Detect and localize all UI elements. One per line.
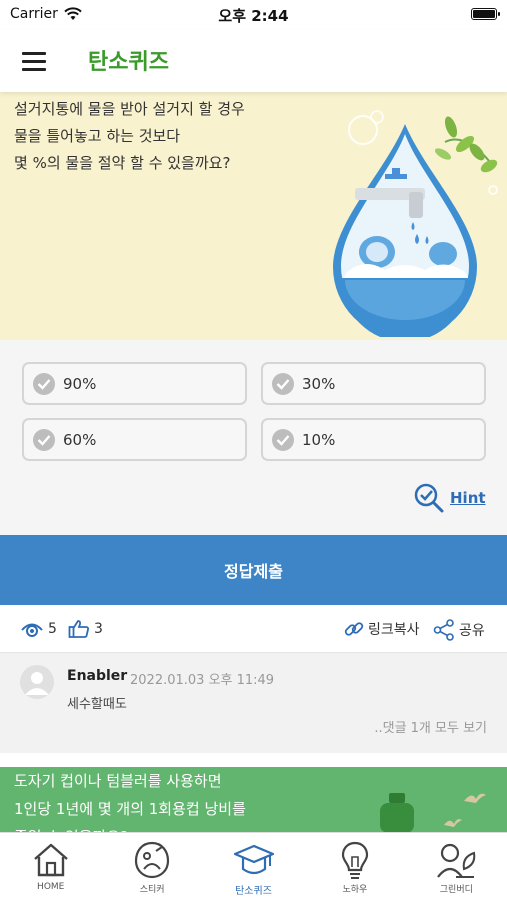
stats-bar: 5 3 링크복사 공유 [0, 605, 507, 653]
page-title: 탄소퀴즈 [88, 50, 169, 75]
hint-button[interactable]: Hint [413, 482, 486, 514]
check-icon [33, 428, 55, 451]
check-icon [272, 428, 294, 451]
tab-sticker[interactable]: 스티커 [101, 833, 202, 900]
battery-icon [471, 8, 500, 20]
comment-author: Enabler [67, 668, 128, 684]
eye-icon [21, 623, 43, 637]
check-icon [272, 372, 294, 395]
copy-link-label: 링크복사 [368, 622, 420, 638]
clock: 오후 2:44 [218, 7, 289, 25]
option-label: 30% [302, 374, 336, 393]
answer-options: 90% 30% 60% 10% Hint [0, 340, 507, 535]
bird-icon [444, 819, 462, 827]
water-drop-illustration [333, 110, 498, 337]
check-icon [33, 372, 55, 395]
option-label: 90% [63, 374, 97, 393]
likes-count: 3 [94, 621, 103, 637]
hamburger-menu-icon[interactable] [14, 46, 48, 76]
views-count: 5 [48, 621, 57, 637]
tab-home[interactable]: HOME [0, 833, 101, 900]
comment-timestamp: 2022.01.03 오후 11:49 [130, 673, 275, 688]
like-button[interactable]: 3 [68, 619, 103, 639]
share-label: 공유 [459, 623, 485, 639]
hint-label: Hint [450, 489, 486, 507]
tab-knowhow[interactable]: 노하우 [304, 833, 405, 900]
lightbulb-icon [341, 841, 369, 879]
option-button-4[interactable]: 10% [261, 418, 486, 461]
option-label: 60% [63, 430, 97, 449]
buddy-icon [437, 843, 476, 878]
copy-link-button[interactable]: 링크복사 [344, 619, 420, 639]
thumbs-up-icon [68, 620, 89, 638]
tab-greenbuddy[interactable]: 그린버디 [406, 833, 507, 900]
tab-label: 그린버디 [439, 885, 473, 895]
tab-label: 노하우 [342, 885, 368, 895]
sticker-icon [135, 841, 170, 879]
home-icon [33, 843, 68, 877]
views-counter: 5 [20, 619, 57, 639]
comment-text: 세수할때도 [67, 697, 127, 712]
option-label: 10% [302, 430, 336, 449]
link-icon [344, 622, 364, 636]
next-quiz-text: 도자기 컵이나 텀블러를 사용하면 1인당 1년에 몇 개의 1회용컵 낭비를 … [14, 772, 246, 832]
app-header: 탄소퀴즈 [0, 30, 507, 92]
tab-carbon-quiz[interactable]: 탄소퀴즈 [203, 833, 304, 900]
bottle-illustration [380, 793, 414, 832]
tab-label: 탄소퀴즈 [235, 886, 272, 897]
share-button[interactable]: 공유 [433, 619, 485, 641]
submit-answer-button[interactable]: 정답제출 [0, 535, 507, 605]
status-bar: Carrier 오후 2:44 [0, 0, 507, 30]
section-divider [0, 753, 507, 767]
next-quiz-card[interactable]: 도자기 컵이나 텀블러를 사용하면 1인당 1년에 몇 개의 1회용컵 낭비를 … [0, 767, 507, 832]
option-button-2[interactable]: 30% [261, 362, 486, 405]
view-all-comments-link[interactable]: ..댓글 1개 모두 보기 [374, 717, 487, 736]
graduation-cap-icon [233, 844, 274, 875]
user-icon [25, 672, 49, 695]
avatar [20, 665, 54, 699]
bottom-tab-bar: HOME 스티커 탄소퀴즈 노하우 그린버디 [0, 832, 507, 900]
option-button-3[interactable]: 60% [22, 418, 247, 461]
question-panel: 설거지통에 물을 받아 설거지 할 경우 물을 틀어놓고 하는 것보다 몇 %의… [0, 92, 507, 340]
share-icon [433, 619, 454, 641]
question-text: 설거지통에 물을 받아 설거지 할 경우 물을 틀어놓고 하는 것보다 몇 %의… [14, 100, 245, 172]
comment-section: Enabler 2022.01.03 오후 11:49 세수할때도 ..댓글 1… [0, 653, 507, 753]
option-button-1[interactable]: 90% [22, 362, 247, 405]
tab-label: 스티커 [139, 885, 165, 895]
bird-icon [464, 793, 486, 803]
magnifier-check-icon [414, 483, 444, 513]
tab-label: HOME [37, 882, 65, 892]
